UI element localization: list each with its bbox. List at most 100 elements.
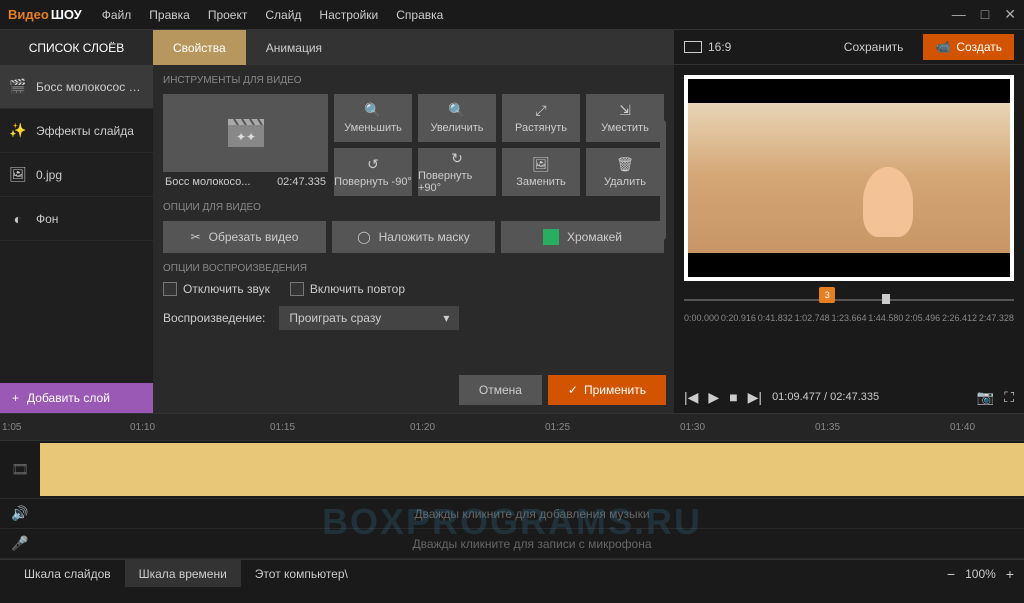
stretch-button[interactable]: ⤢Растянуть bbox=[502, 94, 580, 142]
mic-track-hint[interactable]: Дважды кликните для записи с микрофона bbox=[40, 529, 1024, 558]
mute-checkbox[interactable]: Отключить звук bbox=[163, 282, 270, 296]
playback-options: Отключить звук Включить повтор bbox=[163, 282, 664, 296]
aspect-ratio[interactable]: 16:9 bbox=[684, 40, 731, 54]
stretch-icon: ⤢ bbox=[535, 102, 546, 119]
background-icon: ◐ bbox=[10, 211, 26, 227]
close-icon[interactable]: ✕ bbox=[1004, 6, 1016, 23]
layer-item-effects[interactable]: ✨ Эффекты слайда bbox=[0, 109, 153, 153]
next-button[interactable]: ▶| bbox=[748, 389, 762, 406]
apply-button[interactable]: ✓Применить bbox=[548, 375, 666, 405]
preview-slider[interactable]: 3 bbox=[684, 291, 1014, 311]
playback-label: Воспроизведение: bbox=[163, 311, 265, 325]
layer-item-background[interactable]: ◐ Фон bbox=[0, 197, 153, 241]
zoom-in-button[interactable]: 🔍Увеличить bbox=[418, 94, 496, 142]
window-controls: — □ ✕ bbox=[952, 6, 1016, 23]
preview-image bbox=[688, 79, 1010, 277]
properties-panel: Свойства Анимация ИНСТРУМЕНТЫ ДЛЯ ВИДЕО … bbox=[153, 30, 674, 413]
cancel-button[interactable]: Отмена bbox=[459, 375, 542, 405]
menu-help[interactable]: Справка bbox=[396, 8, 443, 22]
music-track[interactable]: 🔊 Дважды кликните для добавления музыки bbox=[0, 499, 1024, 529]
zoom-in-icon[interactable]: + bbox=[1006, 566, 1014, 582]
menu-project[interactable]: Проект bbox=[208, 8, 248, 22]
save-button[interactable]: Сохранить bbox=[834, 40, 914, 54]
layer-item-video[interactable]: 🎬 Босс молокосос — ... bbox=[0, 65, 153, 109]
layers-header: СПИСОК СЛОЁВ bbox=[0, 30, 153, 65]
playback-controls: |◀ ▶ ■ ▶| 01:09.477 / 02:47.335 📷 ⛶ bbox=[674, 381, 1024, 413]
time-marks: 0:00.000 0:20.916 0:41.832 1:02.748 1:23… bbox=[684, 313, 1014, 323]
menu-edit[interactable]: Правка bbox=[149, 8, 190, 22]
zoom-out-icon[interactable]: − bbox=[947, 566, 955, 582]
loop-checkbox[interactable]: Включить повтор bbox=[290, 282, 405, 296]
trim-video-button[interactable]: ✂Обрезать видео bbox=[163, 221, 326, 253]
tool-grid: 🔍Уменьшить 🔍Увеличить ⤢Растянуть ⇲Умести… bbox=[334, 94, 664, 196]
video-track-content[interactable] bbox=[40, 441, 1024, 498]
trash-icon: 🗑 bbox=[616, 156, 634, 173]
tab-slides-scale[interactable]: Шкала слайдов bbox=[10, 560, 125, 587]
green-swatch-icon bbox=[543, 229, 559, 245]
rotate-right-button[interactable]: ↻Повернуть +90° bbox=[418, 148, 496, 196]
video-clip[interactable] bbox=[40, 443, 1024, 496]
scissors-icon: ✂ bbox=[191, 230, 201, 244]
check-icon: ✓ bbox=[568, 383, 578, 397]
speaker-icon: 🔊 bbox=[0, 505, 40, 522]
zoom-out-icon: 🔍 bbox=[364, 102, 381, 119]
slider-track bbox=[684, 299, 1014, 301]
mic-track[interactable]: 🎤 Дважды кликните для записи с микрофона bbox=[0, 529, 1024, 559]
menu-settings[interactable]: Настройки bbox=[319, 8, 378, 22]
minimize-icon[interactable]: — bbox=[952, 6, 966, 23]
video-options: ✂Обрезать видео ◯Наложить маску Хромакей bbox=[163, 221, 664, 253]
layers-panel: СПИСОК СЛОЁВ 🎬 Босс молокосос — ... ✨ Эф… bbox=[0, 30, 153, 413]
tab-this-computer[interactable]: Этот компьютер\ bbox=[241, 560, 362, 587]
logo-part-2: ШОУ bbox=[51, 7, 82, 22]
preview-header: 16:9 Сохранить 📹Создать bbox=[674, 30, 1024, 65]
app-logo: Видео ШОУ bbox=[8, 7, 82, 22]
preview-frame[interactable] bbox=[684, 75, 1014, 281]
tab-properties[interactable]: Свойства bbox=[153, 30, 246, 65]
fullscreen-button[interactable]: ⛶ bbox=[1004, 389, 1014, 406]
video-track[interactable]: 🎞 bbox=[0, 441, 1024, 499]
rotate-left-icon: ↺ bbox=[367, 156, 379, 173]
microphone-icon: 🎤 bbox=[0, 535, 40, 552]
tab-animation[interactable]: Анимация bbox=[246, 30, 342, 65]
zoom-controls: − 100% + bbox=[947, 566, 1014, 582]
play-button[interactable]: ▶ bbox=[708, 389, 719, 406]
create-button[interactable]: 📹Создать bbox=[923, 34, 1014, 60]
preview-area: 3 0:00.000 0:20.916 0:41.832 1:02.748 1:… bbox=[674, 65, 1024, 381]
add-layer-label: Добавить слой bbox=[27, 391, 110, 405]
zoom-level: 100% bbox=[965, 567, 996, 581]
add-layer-button[interactable]: + Добавить слой bbox=[0, 383, 153, 413]
time-display: 01:09.477 / 02:47.335 bbox=[772, 391, 879, 403]
snapshot-button[interactable]: 📷 bbox=[977, 389, 994, 406]
tab-time-scale[interactable]: Шкала времени bbox=[125, 560, 241, 587]
zoom-out-button[interactable]: 🔍Уменьшить bbox=[334, 94, 412, 142]
camera-icon: 📹 bbox=[935, 40, 950, 54]
replace-button[interactable]: 🖼Заменить bbox=[502, 148, 580, 196]
image-icon: 🖼 bbox=[10, 167, 26, 183]
monitor-icon bbox=[684, 41, 702, 53]
stop-button[interactable]: ■ bbox=[729, 389, 737, 405]
scrollbar[interactable] bbox=[660, 120, 666, 240]
slider-thumb[interactable] bbox=[882, 294, 890, 304]
layer-item-image[interactable]: 🖼 0.jpg bbox=[0, 153, 153, 197]
layer-label: Эффекты слайда bbox=[36, 124, 143, 138]
titlebar: Видео ШОУ Файл Правка Проект Слайд Настр… bbox=[0, 0, 1024, 30]
film-icon: 🎬 bbox=[10, 79, 26, 95]
rotate-left-button[interactable]: ↺Повернуть -90° bbox=[334, 148, 412, 196]
checkbox-icon bbox=[163, 282, 177, 296]
apply-mask-button[interactable]: ◯Наложить маску bbox=[332, 221, 495, 253]
prev-button[interactable]: |◀ bbox=[684, 389, 698, 406]
delete-button[interactable]: 🗑Удалить bbox=[586, 148, 664, 196]
slider-handle[interactable]: 3 bbox=[819, 287, 835, 303]
maximize-icon[interactable]: □ bbox=[981, 6, 989, 23]
tracks: 🎞 🔊 Дважды кликните для добавления музык… bbox=[0, 441, 1024, 559]
clip-thumbnail[interactable]: ✦✦ bbox=[163, 94, 328, 172]
menu-slide[interactable]: Слайд bbox=[265, 8, 301, 22]
playback-select[interactable]: Проиграть сразу ▾ bbox=[279, 306, 459, 330]
chromakey-button[interactable]: Хромакей bbox=[501, 221, 664, 253]
preview-panel: 16:9 Сохранить 📹Создать 3 0:00.000 0:20.… bbox=[674, 30, 1024, 413]
timeline-ruler[interactable]: 1:05 01:10 01:15 01:20 01:25 01:30 01:35… bbox=[0, 413, 1024, 441]
clip-duration: 02:47.335 bbox=[277, 176, 326, 188]
fit-button[interactable]: ⇲Уместить bbox=[586, 94, 664, 142]
music-track-hint[interactable]: Дважды кликните для добавления музыки bbox=[40, 499, 1024, 528]
menu-file[interactable]: Файл bbox=[102, 8, 132, 22]
